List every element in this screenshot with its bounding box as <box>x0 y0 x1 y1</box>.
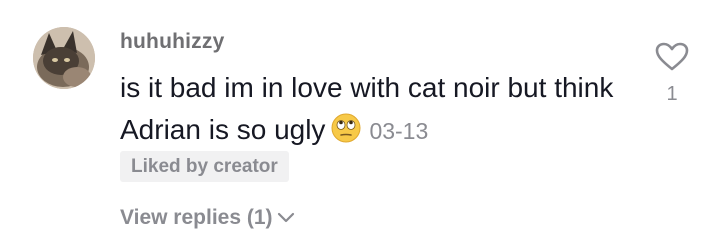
comment-username[interactable]: huhuhizzy <box>120 30 224 54</box>
view-replies-label: View replies (1) <box>120 206 273 229</box>
like-control: 1 <box>652 42 692 106</box>
comment-text: is it bad im in love with cat noir but t… <box>120 72 614 145</box>
comment-date: 03-13 <box>369 118 429 144</box>
face-with-rolling-eyes-icon <box>331 113 361 143</box>
comment-item: huhuhizzy is it bad im in love with cat … <box>0 0 719 249</box>
like-count: 1 <box>666 83 678 105</box>
chevron-down-icon <box>277 206 295 230</box>
comment-body: is it bad im in love with cat noir but t… <box>120 67 640 152</box>
view-replies-button[interactable]: View replies (1) <box>120 206 295 230</box>
avatar[interactable] <box>33 27 95 89</box>
liked-by-creator-badge: Liked by creator <box>120 151 289 182</box>
heart-icon[interactable] <box>652 42 692 77</box>
